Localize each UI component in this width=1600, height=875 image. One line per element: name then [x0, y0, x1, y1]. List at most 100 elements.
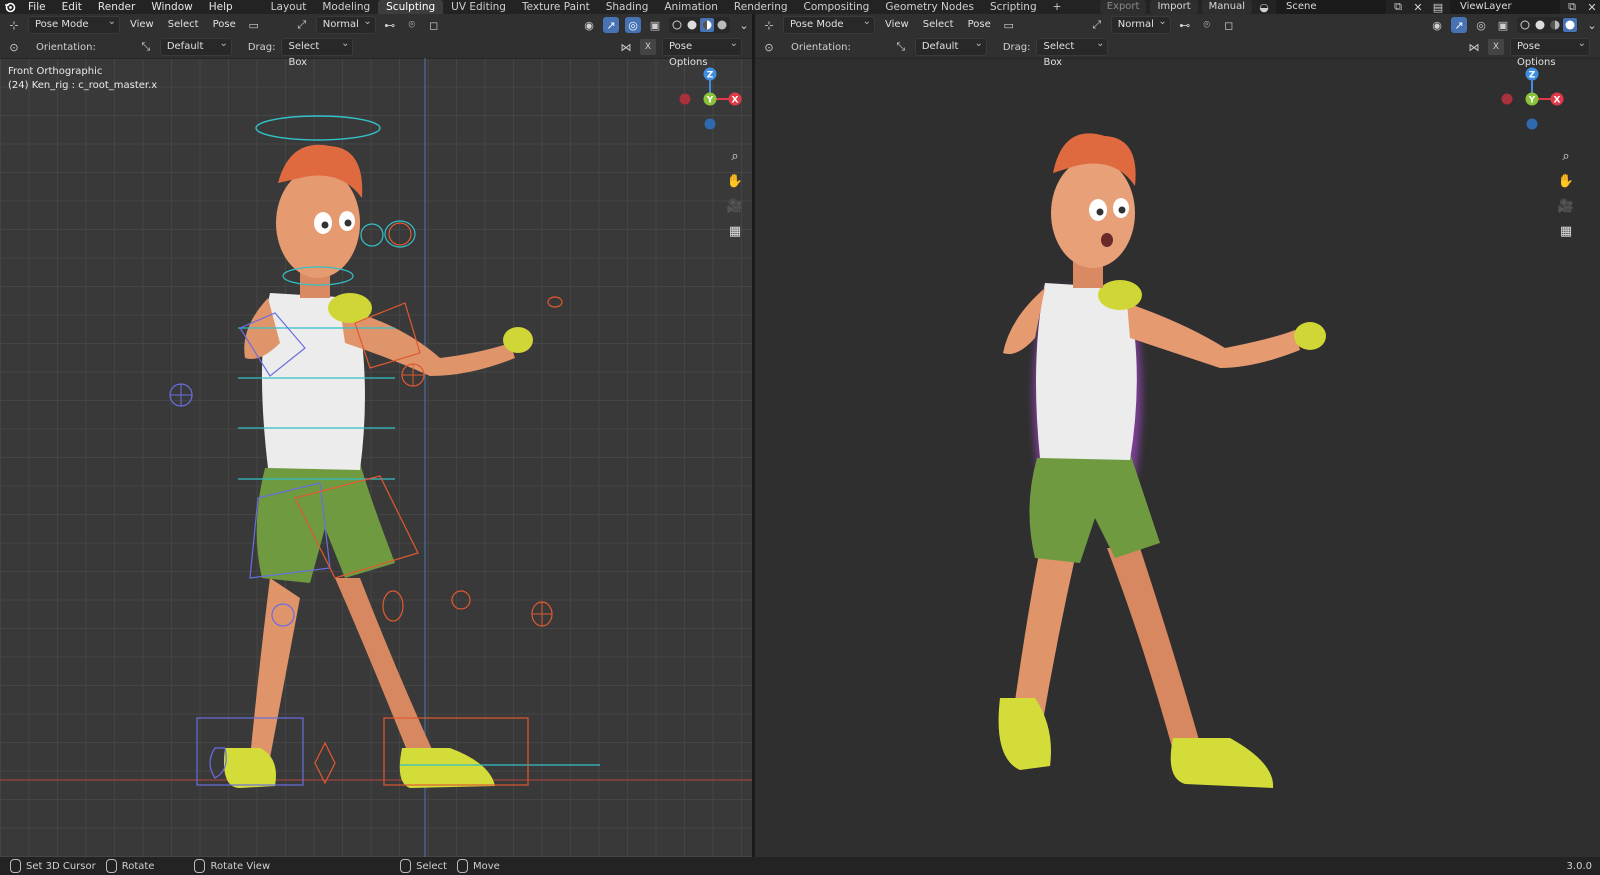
- zoom-icon[interactable]: ⌕: [724, 145, 746, 167]
- shading-options-icon[interactable]: ⌄: [736, 17, 752, 33]
- snap-icon[interactable]: ⌾: [404, 17, 420, 33]
- menu-window[interactable]: Window: [143, 0, 200, 14]
- scene-selector[interactable]: Scene: [1276, 0, 1386, 14]
- transform-orientation-icon[interactable]: ⤢: [1089, 17, 1105, 33]
- pose-options-dropdown[interactable]: Pose Options: [1510, 36, 1590, 68]
- view-layer-icon[interactable]: ▤: [1430, 0, 1446, 15]
- tab-rendering[interactable]: Rendering: [726, 0, 796, 14]
- mouse-middle-icon: [194, 859, 206, 873]
- x-mirror-icon[interactable]: X: [640, 39, 656, 55]
- rendered-character[interactable]: [755, 58, 1600, 857]
- mode-dropdown[interactable]: Pose Mode: [28, 14, 120, 34]
- viewport-right[interactable]: ⊹ Pose Mode View Select Pose ▭ ⤢ Normal …: [755, 14, 1600, 857]
- status-set-cursor-label: Set 3D Cursor: [26, 860, 96, 872]
- menu-pose[interactable]: Pose: [964, 17, 995, 33]
- new-scene-icon[interactable]: ⧉: [1390, 0, 1406, 15]
- editor-type-icon[interactable]: ⊹: [761, 17, 777, 33]
- tab-layout[interactable]: Layout: [263, 0, 315, 14]
- visibility-icon[interactable]: ◉: [1429, 17, 1445, 33]
- transform-orientation-icon[interactable]: ⤢: [294, 17, 310, 33]
- tab-scripting[interactable]: Scripting: [982, 0, 1045, 14]
- pose-tool-icon[interactable]: ▭: [1001, 17, 1017, 33]
- camera-view-icon[interactable]: 🎥: [1555, 195, 1577, 217]
- pose-options-dropdown[interactable]: Pose Options: [662, 36, 742, 68]
- view-layer-selector[interactable]: ViewLayer: [1450, 0, 1560, 14]
- tab-modeling[interactable]: Modeling: [314, 0, 378, 14]
- editor-type-icon[interactable]: ⊹: [6, 17, 22, 33]
- wireframe-shading-icon[interactable]: [1518, 18, 1532, 32]
- navigation-gizmo[interactable]: Z X Y: [675, 66, 745, 136]
- visibility-icon[interactable]: ◉: [581, 17, 597, 33]
- blender-logo-icon[interactable]: [0, 0, 20, 14]
- tool-settings-icon[interactable]: ⊙: [6, 39, 22, 55]
- menu-edit[interactable]: Edit: [54, 0, 90, 14]
- tab-texture-paint[interactable]: Texture Paint: [514, 0, 598, 14]
- solid-shading-icon[interactable]: [1533, 18, 1547, 32]
- tab-sculpting[interactable]: Sculpting: [378, 0, 444, 14]
- material-shading-icon[interactable]: [1548, 18, 1562, 32]
- material-shading-icon[interactable]: [700, 18, 714, 32]
- pivot-icon[interactable]: ⊷: [1177, 17, 1193, 33]
- solid-shading-icon[interactable]: [685, 18, 699, 32]
- tab-geometry-nodes[interactable]: Geometry Nodes: [877, 0, 982, 14]
- overlay-toggle-icon[interactable]: ◎: [625, 17, 641, 33]
- tool-settings-icon[interactable]: ⊙: [761, 39, 777, 55]
- drag-dropdown[interactable]: Select Box: [281, 36, 354, 68]
- camera-view-icon[interactable]: 🎥: [724, 195, 746, 217]
- rendered-shading-icon[interactable]: [1563, 18, 1577, 32]
- import-button[interactable]: Import: [1150, 0, 1198, 14]
- tab-shading[interactable]: Shading: [598, 0, 657, 14]
- pivot-icon[interactable]: ⊷: [382, 17, 398, 33]
- mirror-icon[interactable]: ⋈: [1466, 39, 1482, 55]
- tab-compositing[interactable]: Compositing: [796, 0, 878, 14]
- menu-select[interactable]: Select: [164, 17, 203, 33]
- menu-file[interactable]: File: [20, 0, 54, 14]
- shading-options-icon[interactable]: ⌄: [1584, 17, 1600, 33]
- navigation-gizmo[interactable]: Z X Y: [1497, 66, 1567, 136]
- viewport-left[interactable]: ⊹ Pose Mode View Select Pose ▭ ⤢ Normal …: [0, 14, 752, 857]
- gizmo-toggle-icon[interactable]: ↗: [1451, 17, 1467, 33]
- menu-select[interactable]: Select: [919, 17, 958, 33]
- new-view-layer-icon[interactable]: ⧉: [1564, 0, 1580, 15]
- xray-icon[interactable]: ▣: [647, 17, 663, 33]
- rigged-character[interactable]: [0, 58, 752, 857]
- delete-view-layer-icon[interactable]: ✕: [1584, 0, 1600, 15]
- snap-icon[interactable]: ⌾: [1199, 17, 1215, 33]
- menu-view[interactable]: View: [881, 17, 913, 33]
- drag-dropdown[interactable]: Select Box: [1036, 36, 1109, 68]
- menu-render[interactable]: Render: [90, 0, 143, 14]
- pan-hand-icon[interactable]: ✋: [1555, 170, 1577, 192]
- scene-icon[interactable]: ◒: [1256, 0, 1272, 15]
- rendered-shading-icon[interactable]: [715, 18, 729, 32]
- mirror-icon[interactable]: ⋈: [618, 39, 634, 55]
- status-move-label: Move: [472, 860, 500, 872]
- pose-tool-icon[interactable]: ▭: [246, 17, 262, 33]
- transform-orientation-dropdown[interactable]: Normal: [315, 14, 376, 34]
- export-button[interactable]: Export: [1099, 0, 1147, 14]
- menu-help[interactable]: Help: [201, 0, 241, 14]
- zoom-icon[interactable]: ⌕: [1555, 145, 1577, 167]
- ortho-grid-icon[interactable]: ▦: [724, 220, 746, 242]
- proportional-icon[interactable]: ◻: [1221, 17, 1237, 33]
- menu-pose[interactable]: Pose: [209, 17, 240, 33]
- ortho-grid-icon[interactable]: ▦: [1555, 220, 1577, 242]
- add-workspace-icon[interactable]: +: [1045, 0, 1070, 14]
- orientation-dropdown[interactable]: Default: [914, 36, 987, 56]
- tab-uv-editing[interactable]: UV Editing: [443, 0, 514, 14]
- pan-hand-icon[interactable]: ✋: [724, 170, 746, 192]
- wireframe-shading-icon[interactable]: [670, 18, 684, 32]
- orientation-dropdown[interactable]: Default: [159, 36, 232, 56]
- overlay-toggle-icon[interactable]: ◎: [1473, 17, 1489, 33]
- transform-orientation-dropdown[interactable]: Normal: [1110, 14, 1171, 34]
- menu-view[interactable]: View: [126, 17, 158, 33]
- orientation-icon: ⤡: [896, 40, 906, 53]
- tab-animation[interactable]: Animation: [656, 0, 726, 14]
- mode-dropdown[interactable]: Pose Mode: [783, 14, 875, 34]
- viewport-right-header: ⊹ Pose Mode View Select Pose ▭ ⤢ Normal …: [755, 14, 1600, 36]
- x-mirror-icon[interactable]: X: [1488, 39, 1504, 55]
- gizmo-toggle-icon[interactable]: ↗: [603, 17, 619, 33]
- xray-icon[interactable]: ▣: [1495, 17, 1511, 33]
- manual-button[interactable]: Manual: [1201, 0, 1252, 14]
- delete-scene-icon[interactable]: ✕: [1410, 0, 1426, 15]
- proportional-icon[interactable]: ◻: [426, 17, 442, 33]
